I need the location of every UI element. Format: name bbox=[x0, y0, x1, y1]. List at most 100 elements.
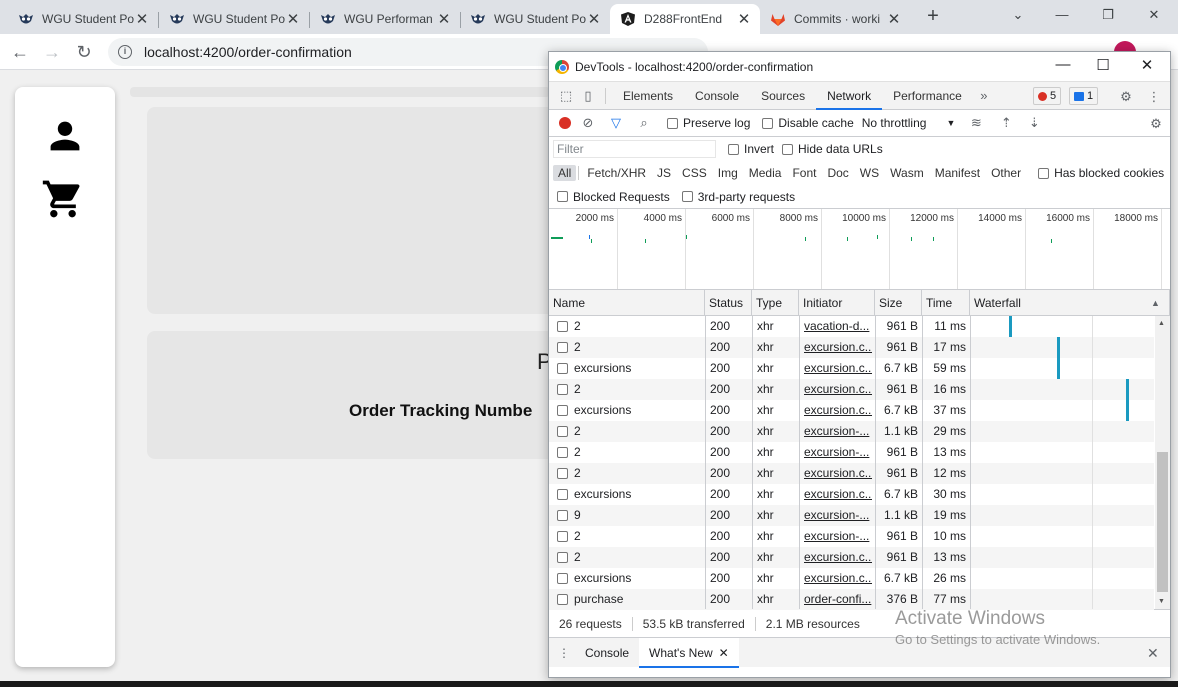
invert-checkbox[interactable]: Invert bbox=[728, 142, 774, 156]
request-name[interactable]: 2 bbox=[557, 442, 703, 463]
settings-gear-icon[interactable]: ⚙ bbox=[1115, 89, 1137, 105]
third-party-checkbox[interactable]: 3rd-party requests bbox=[681, 190, 795, 204]
drawer-tab-whats-new[interactable]: What's New ✕ bbox=[639, 637, 739, 668]
scroll-up-arrow-icon[interactable]: ▲ bbox=[1158, 320, 1165, 327]
type-filter-all[interactable]: All bbox=[553, 165, 577, 181]
network-settings-icon[interactable]: ⚙ bbox=[1145, 116, 1167, 132]
request-name[interactable]: 2 bbox=[557, 526, 703, 547]
messages-badge[interactable]: 1 bbox=[1069, 87, 1099, 105]
request-initiator[interactable]: excursion-... bbox=[804, 421, 872, 442]
column-header-waterfall[interactable]: Waterfall bbox=[970, 290, 1170, 316]
browser-tab[interactable]: Commits · worki ✕ bbox=[760, 4, 910, 34]
restore-window-button[interactable]: ❐ bbox=[1088, 4, 1128, 26]
table-row[interactable]: 2 200 xhr excursion.c... 961 B 17 ms bbox=[549, 337, 1154, 358]
table-row[interactable]: 2 200 xhr excursion-... 961 B 10 ms bbox=[549, 526, 1154, 547]
column-header-time[interactable]: Time bbox=[922, 290, 970, 316]
request-initiator[interactable]: excursion-... bbox=[804, 505, 872, 526]
devtools-tab-elements[interactable]: Elements bbox=[612, 82, 684, 110]
devtools-tab-network[interactable]: Network bbox=[816, 82, 883, 110]
request-initiator[interactable]: excursion.c... bbox=[804, 547, 872, 568]
user-icon[interactable] bbox=[47, 118, 83, 154]
table-row[interactable]: purchase 200 xhr order-confi... 376 B 77 ms bbox=[549, 589, 1154, 610]
request-name[interactable]: 2 bbox=[557, 547, 703, 568]
request-initiator[interactable]: excursion.c... bbox=[804, 358, 872, 379]
address-url[interactable]: localhost:4200/order-confirmation bbox=[144, 44, 352, 60]
type-filter-ws[interactable]: WS bbox=[855, 165, 884, 181]
request-name[interactable]: purchase bbox=[557, 589, 703, 610]
checkbox[interactable] bbox=[557, 191, 568, 202]
inspect-element-icon[interactable]: ⬚ bbox=[555, 88, 577, 104]
table-row[interactable]: 2 200 xhr vacation-d... 961 B 11 ms bbox=[549, 316, 1154, 337]
table-row[interactable]: 2 200 xhr excursion-... 961 B 13 ms bbox=[549, 442, 1159, 463]
close-tab-icon[interactable]: ✕ bbox=[134, 10, 150, 28]
column-header-size[interactable]: Size bbox=[875, 290, 922, 316]
request-initiator[interactable]: excursion-... bbox=[804, 442, 872, 463]
type-filter-img[interactable]: Img bbox=[713, 165, 743, 181]
checkbox[interactable] bbox=[1038, 167, 1050, 179]
devtools-tab-sources[interactable]: Sources bbox=[750, 82, 816, 110]
more-tabs-icon[interactable]: » bbox=[973, 88, 995, 103]
network-conditions-icon[interactable]: ≋ bbox=[965, 115, 987, 131]
tab-search-icon[interactable]: ⌄ bbox=[998, 4, 1038, 26]
request-name[interactable]: 2 bbox=[557, 316, 703, 337]
clear-icon[interactable]: ⊘ bbox=[577, 115, 599, 131]
devtools-tab-performance[interactable]: Performance bbox=[882, 82, 973, 110]
request-initiator[interactable]: excursion.c... bbox=[804, 379, 872, 400]
table-row[interactable]: excursions 200 xhr excursion.c... 6.7 kB 30 m… bbox=[549, 484, 1154, 505]
devtools-minimize-button[interactable]: — bbox=[1043, 56, 1083, 73]
search-icon[interactable]: ⌕ bbox=[633, 115, 655, 131]
type-filter-doc[interactable]: Doc bbox=[822, 165, 853, 181]
devtools-close-button[interactable]: ✕ bbox=[1127, 56, 1167, 74]
browser-tab[interactable]: WGU Performan ✕ bbox=[310, 4, 461, 34]
drawer-tab-console[interactable]: Console bbox=[575, 638, 639, 668]
request-initiator[interactable]: excursion.c... bbox=[804, 337, 872, 358]
request-name[interactable]: 2 bbox=[557, 421, 703, 442]
column-header-name[interactable]: Name bbox=[549, 290, 705, 316]
table-row[interactable]: 2 200 xhr excursion.c... 961 B 16 ms bbox=[549, 379, 1154, 400]
browser-tab[interactable]: D288FrontEnd ✕ bbox=[610, 4, 760, 34]
kebab-menu-icon[interactable]: ⋮ bbox=[1143, 89, 1165, 105]
filter-input[interactable]: Filter bbox=[553, 140, 716, 158]
checkbox[interactable] bbox=[762, 117, 774, 129]
sort-arrow-icon[interactable]: ▲ bbox=[1151, 290, 1160, 316]
request-initiator[interactable]: vacation-d... bbox=[804, 316, 872, 337]
table-row[interactable]: 2 200 xhr excursion-... 1.1 kB 29 ms bbox=[549, 421, 1159, 442]
minimize-window-button[interactable]: — bbox=[1042, 4, 1082, 26]
timeline-overview[interactable]: 2000 ms 4000 ms 6000 ms 8000 ms 10000 ms 1200… bbox=[549, 209, 1170, 290]
throttling-select[interactable]: No throttling ▼ bbox=[862, 116, 956, 130]
close-tab-icon[interactable]: ✕ bbox=[586, 10, 602, 28]
request-initiator[interactable]: excursion.c... bbox=[804, 484, 872, 505]
type-filter-css[interactable]: CSS bbox=[677, 165, 712, 181]
browser-tab[interactable]: WGU Student Po ✕ bbox=[8, 4, 159, 34]
type-filter-manifest[interactable]: Manifest bbox=[930, 165, 985, 181]
column-header-initiator[interactable]: Initiator bbox=[799, 290, 875, 316]
table-row[interactable]: 2 200 xhr excursion.c... 961 B 12 ms bbox=[549, 463, 1154, 484]
request-name[interactable]: 9 bbox=[557, 505, 703, 526]
export-har-icon[interactable]: ⇣ bbox=[1023, 115, 1045, 131]
request-name[interactable]: excursions bbox=[557, 358, 703, 379]
type-filter-font[interactable]: Font bbox=[787, 165, 821, 181]
filter-funnel-icon[interactable]: ▽ bbox=[605, 115, 627, 131]
scroll-down-arrow-icon[interactable]: ▼ bbox=[1158, 598, 1165, 605]
close-tab-icon[interactable]: ✕ bbox=[886, 10, 902, 28]
hide-data-urls-checkbox[interactable]: Hide data URLs bbox=[782, 142, 883, 156]
forward-button[interactable]: → bbox=[40, 40, 64, 64]
request-name[interactable]: excursions bbox=[557, 484, 703, 505]
table-row[interactable]: excursions 200 xhr excursion.c... 6.7 kB 26 m… bbox=[549, 568, 1154, 589]
request-name[interactable]: 2 bbox=[557, 337, 703, 358]
close-tab-icon[interactable]: ✕ bbox=[736, 10, 752, 28]
scrollbar-thumb[interactable] bbox=[1157, 452, 1168, 592]
request-name[interactable]: 2 bbox=[557, 463, 703, 484]
new-tab-button[interactable]: + bbox=[922, 5, 944, 27]
site-info-icon[interactable]: i bbox=[118, 45, 132, 59]
column-header-status[interactable]: Status bbox=[705, 290, 752, 316]
checkbox[interactable] bbox=[681, 191, 693, 202]
request-initiator[interactable]: excursion-... bbox=[804, 526, 872, 547]
back-button[interactable]: ← bbox=[8, 40, 32, 64]
close-tab-icon[interactable]: ✕ bbox=[719, 646, 729, 660]
close-tab-icon[interactable]: ✕ bbox=[436, 10, 452, 28]
import-har-icon[interactable]: ⇡ bbox=[995, 115, 1017, 131]
drawer-menu-icon[interactable]: ⋮ bbox=[553, 646, 575, 660]
browser-tab[interactable]: WGU Student Po ✕ bbox=[159, 4, 310, 34]
request-initiator[interactable]: excursion.c... bbox=[804, 463, 872, 484]
